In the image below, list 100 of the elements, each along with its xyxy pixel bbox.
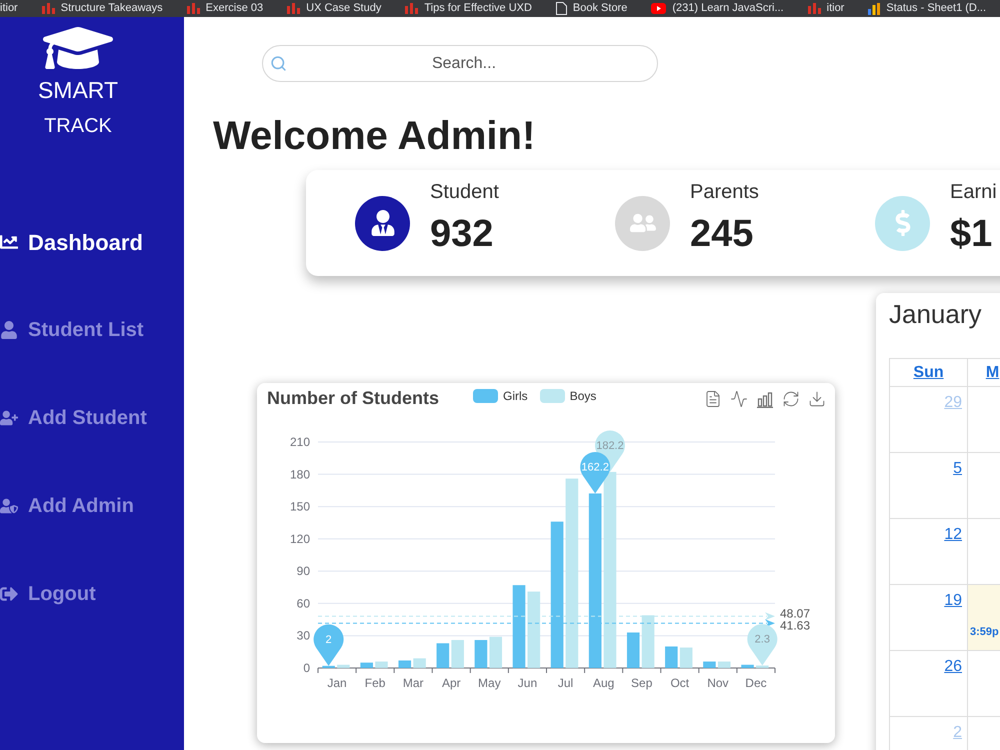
axis-label: Mar: [402, 676, 424, 690]
chart-bar: [360, 662, 373, 668]
annotation: 182.2: [596, 440, 624, 452]
bars-icon: [42, 3, 55, 14]
chart-bar: [489, 636, 502, 668]
stat-label: Parents: [690, 180, 759, 204]
annotation: 2: [326, 634, 332, 646]
weekday-link[interactable]: M: [986, 362, 1000, 382]
value-pin: 162.2: [580, 452, 610, 494]
chart-bar: [436, 643, 450, 668]
bookmark-link[interactable]: Status - Sheet1 (D...: [868, 2, 986, 15]
axis-label: Sep: [631, 676, 652, 690]
download-icon[interactable]: [808, 390, 826, 408]
refresh-icon[interactable]: [782, 390, 800, 408]
document-icon[interactable]: [704, 390, 722, 408]
axis-label: Jul: [558, 676, 574, 690]
date-link[interactable]: 5: [953, 459, 962, 479]
chart-bar: [375, 662, 388, 668]
axis-label: 120: [290, 532, 310, 546]
date-link[interactable]: 19: [944, 591, 962, 611]
axis-label: 90: [296, 564, 310, 578]
axis-label: Feb: [364, 676, 386, 690]
chart-title: Number of Students: [267, 386, 440, 408]
bookmark-link[interactable]: Book Store: [556, 2, 628, 15]
average-label: 48.07: [780, 606, 810, 621]
bookmark-link[interactable]: Exercise 03: [186, 2, 264, 15]
chart-bar: [398, 660, 412, 668]
chart-bar: [756, 666, 769, 668]
calendar-title: January: [889, 299, 982, 329]
sidebar-link[interactable]: Add Student: [0, 398, 147, 438]
legend-item[interactable]: Girls: [473, 386, 528, 404]
user-shield-icon: [0, 497, 18, 515]
page-icon: [556, 2, 567, 15]
chart-bar: [703, 662, 716, 668]
stat-value: 245: [690, 212, 754, 256]
axis-label: May: [478, 676, 501, 690]
bars-icon: [808, 3, 821, 14]
stat-label: Student: [430, 180, 499, 204]
bookmark-link[interactable]: itior: [808, 2, 844, 15]
stat-label: Earni: [950, 180, 997, 204]
chart-bar: [718, 662, 731, 668]
chart-bar: [680, 648, 692, 668]
sidebar-link[interactable]: Logout: [0, 574, 96, 614]
axis-label: Jun: [518, 676, 538, 690]
weekday-link[interactable]: Sun: [913, 362, 944, 382]
bookmark-link[interactable]: UX Case Study: [287, 2, 382, 15]
sidebar-link[interactable]: Student List: [0, 310, 144, 350]
chart-bar: [474, 640, 488, 668]
bookmark-link[interactable]: Tips for Effective UXD: [405, 2, 532, 15]
logout-icon: [0, 585, 18, 603]
axis-label: 180: [290, 467, 310, 482]
search-icon: [270, 55, 287, 72]
axis-label: 150: [290, 500, 310, 514]
user-icon: [0, 321, 18, 339]
chart-bar: [337, 664, 350, 668]
chart-bar: [665, 646, 678, 668]
axis-label: 60: [296, 596, 310, 610]
page-heading: Welcome Admin!: [213, 116, 536, 156]
bookmark-link[interactable]: Structure Takeaways: [42, 2, 163, 15]
search-field[interactable]: Search...: [262, 45, 658, 82]
bars-icon: [405, 3, 418, 14]
date-link[interactable]: 12: [944, 525, 962, 545]
axis-label: Jan: [327, 676, 347, 690]
bookmark-link[interactable]: (231) Learn JavaScri...: [651, 2, 784, 15]
user-plus-icon: [0, 409, 18, 427]
bar-chart-icon[interactable]: [756, 390, 774, 408]
chart-bar: [642, 615, 654, 668]
value-pin: 2: [314, 624, 344, 666]
bars-icon: [287, 3, 300, 14]
bookmark-link[interactable]: itior: [0, 2, 18, 15]
annotation: 2.3: [754, 634, 770, 646]
axis-label: Nov: [707, 676, 729, 690]
chart-bar: [451, 640, 464, 668]
sidebar-link[interactable]: Add Admin: [0, 486, 134, 526]
chart-bar: [626, 632, 640, 668]
sidebar-link[interactable]: Dashboard: [0, 222, 143, 262]
bars-icon: [186, 3, 200, 14]
event-time[interactable]: 3:59p: [970, 625, 999, 639]
play-icon: [651, 3, 666, 14]
annotation: 162.2: [581, 461, 609, 474]
chart-bar: [322, 666, 335, 668]
axis-label: 210: [290, 435, 310, 449]
stat-value: $1: [950, 212, 992, 256]
bar-chart-icon: [868, 2, 880, 14]
logo-text: TRACK: [44, 114, 112, 138]
date-link[interactable]: 26: [944, 657, 962, 677]
stat-value: 932: [430, 212, 494, 256]
value-pin: 2.3: [747, 624, 778, 666]
average-label: 41.63: [780, 618, 810, 633]
axis-label: 30: [296, 628, 310, 643]
legend-item[interactable]: Boys: [540, 386, 596, 404]
line-chart-icon: [0, 233, 18, 251]
axis-label: 0: [303, 661, 310, 675]
logo-text: SMART: [38, 76, 118, 104]
axis-label: Apr: [442, 676, 461, 690]
axis-label: Oct: [670, 676, 690, 690]
axis-label: Dec: [745, 676, 767, 690]
axis-label: Aug: [592, 676, 614, 690]
pulse-icon[interactable]: [730, 390, 748, 408]
chart-bar: [413, 658, 426, 668]
